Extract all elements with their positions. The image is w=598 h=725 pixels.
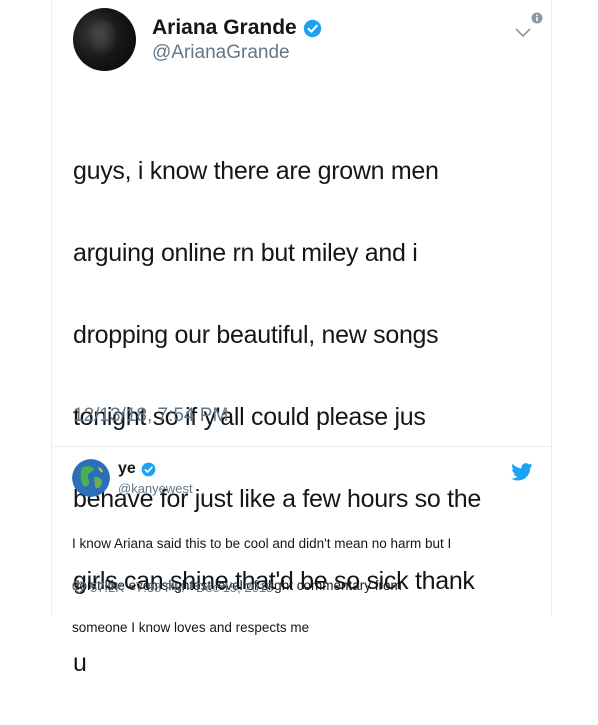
divider bbox=[51, 446, 552, 447]
quoted-avatar[interactable] bbox=[72, 459, 110, 497]
quoted-author-handle[interactable]: @kanyewest bbox=[118, 481, 193, 496]
tweet-text-line: guys, i know there are grown men bbox=[73, 157, 439, 185]
avatar[interactable] bbox=[73, 8, 136, 71]
quoted-display-name[interactable]: ye bbox=[118, 460, 136, 478]
author-handle[interactable]: @ArianaGrande bbox=[152, 42, 290, 64]
quoted-tweet-footer: 57.2K 7:38 PM - Dec 15, 2018 bbox=[72, 580, 273, 595]
quoted-author-name-row[interactable]: ye bbox=[118, 460, 156, 478]
display-name[interactable]: Ariana Grande bbox=[152, 16, 297, 40]
heart-icon[interactable] bbox=[72, 581, 86, 594]
tweet-timestamp[interactable]: 12/13/18, 7:54 PM bbox=[73, 405, 228, 427]
chevron-down-icon[interactable] bbox=[514, 27, 532, 39]
verified-badge-icon bbox=[303, 19, 321, 37]
author-name-row[interactable]: Ariana Grande bbox=[152, 16, 322, 40]
like-count[interactable]: 57.2K bbox=[90, 580, 124, 595]
tweet-text-line: arguing online rn but miley and i bbox=[73, 239, 418, 267]
twitter-bird-icon[interactable] bbox=[511, 463, 533, 481]
quoted-timestamp[interactable]: 7:38 PM - Dec 15, 2018 bbox=[136, 580, 273, 595]
quoted-text-line: someone I know loves and respects me bbox=[72, 620, 310, 635]
tweet-text-line: dropping our beautiful, new songs bbox=[73, 321, 439, 349]
verified-badge-icon bbox=[141, 462, 156, 476]
info-icon[interactable] bbox=[531, 12, 543, 24]
quoted-text-line: I know Ariana said this to be cool and d… bbox=[72, 536, 452, 551]
